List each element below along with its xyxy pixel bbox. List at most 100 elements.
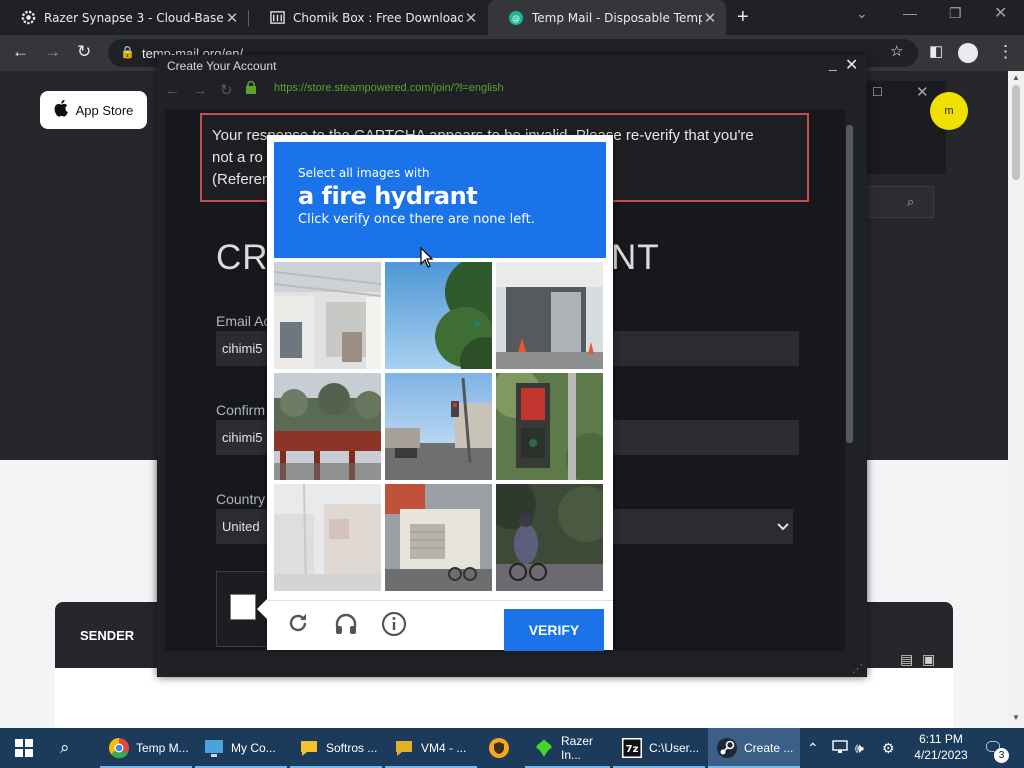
- close-icon[interactable]: ✕: [916, 83, 929, 101]
- steam-scrollbar[interactable]: [845, 125, 855, 645]
- tab-temp-mail[interactable]: @ Temp Mail - Disposable Tempora ✕: [488, 0, 726, 35]
- tab-chomik-box[interactable]: Chomik Box : Free Download, Bo ✕: [249, 0, 487, 35]
- taskbar-softros[interactable]: Softros ...: [290, 728, 382, 768]
- back-icon[interactable]: ←: [165, 82, 180, 99]
- scrollbar-thumb[interactable]: [846, 125, 853, 443]
- image-grid: [274, 262, 606, 594]
- grid-view-icon[interactable]: ▣: [922, 651, 935, 668]
- image-tile-office-interior[interactable]: [274, 262, 381, 369]
- image-tile-faded-street[interactable]: [274, 484, 381, 591]
- bookmark-star-icon[interactable]: ☆: [890, 42, 903, 60]
- challenge-footer: VERIFY: [267, 600, 613, 651]
- image-tile-street-intersection[interactable]: [385, 373, 492, 480]
- taskbar-shield-app[interactable]: [480, 728, 520, 768]
- minimize-icon[interactable]: —: [903, 5, 917, 21]
- chrome-icon: [109, 738, 129, 759]
- lock-icon: [245, 80, 257, 97]
- chat-bubble-icon: [301, 741, 317, 756]
- taskbar-label: Softros ...: [326, 741, 378, 755]
- maximize-icon[interactable]: ☐: [872, 85, 883, 99]
- side-panel-icon[interactable]: ◧: [929, 42, 943, 60]
- close-tab-icon[interactable]: ✕: [463, 9, 479, 27]
- tab-title: Razer Synapse 3 - Cloud-Based H: [44, 10, 224, 25]
- chevron-down-icon[interactable]: [777, 520, 789, 534]
- app-store-button[interactable]: App Store: [40, 91, 147, 129]
- taskbar-label: C:\User...: [649, 741, 700, 755]
- clock-date: 4/21/2023: [914, 748, 968, 762]
- network-icon[interactable]: [832, 740, 848, 757]
- challenge-instructions: Select all images with a fire hydrant Cl…: [274, 142, 606, 258]
- country-value: United: [222, 519, 260, 534]
- taskbar-label: My Co...: [231, 741, 276, 755]
- close-icon[interactable]: ✕: [845, 55, 858, 75]
- verify-button[interactable]: VERIFY: [504, 609, 604, 651]
- forward-icon[interactable]: →: [44, 42, 61, 62]
- back-icon[interactable]: ←: [12, 42, 29, 62]
- image-tile-building-cones[interactable]: [496, 262, 603, 369]
- close-window-icon[interactable]: ✕: [994, 3, 1007, 23]
- scrollbar-thumb[interactable]: [1012, 85, 1020, 180]
- volume-icon[interactable]: 🕪: [855, 740, 864, 757]
- taskbar-steam-create[interactable]: Create ...: [708, 728, 800, 768]
- taskbar-label: Razer In...: [561, 734, 594, 762]
- image-tile-red-bridge[interactable]: [274, 373, 381, 480]
- recaptcha-checkbox[interactable]: [230, 594, 256, 620]
- app-store-label: App Store: [75, 102, 134, 118]
- page-scrollbar[interactable]: ▲ ▼: [1008, 71, 1024, 728]
- info-icon[interactable]: [381, 611, 407, 637]
- new-tab-icon[interactable]: +: [737, 6, 749, 29]
- gear-icon[interactable]: ⚙: [882, 740, 895, 757]
- chat-bubble-icon: [396, 741, 412, 756]
- close-tab-icon[interactable]: ✕: [702, 9, 718, 27]
- instruction-line: Click verify once there are none left.: [298, 212, 535, 227]
- taskbar-my-computer[interactable]: My Co...: [195, 728, 287, 768]
- menu-kebab-icon[interactable]: ⋮: [997, 42, 1014, 62]
- gear-icon: [20, 10, 36, 26]
- system-clock[interactable]: 6:11 PM 4/21/2023: [906, 731, 976, 763]
- windows-taskbar: ⌕ Temp M... My Co... Softros ... VM4 - .…: [0, 728, 1024, 768]
- start-button[interactable]: [0, 728, 48, 768]
- archive-icon: [269, 10, 285, 26]
- image-tile-building-bicycle[interactable]: [385, 484, 492, 591]
- country-label: Country: [216, 491, 266, 507]
- search-icon[interactable]: ⌕: [60, 738, 70, 758]
- scroll-up-icon[interactable]: ▲: [1012, 73, 1020, 82]
- taskbar-7zip[interactable]: 7z C:\User...: [613, 728, 705, 768]
- taskbar-vm4[interactable]: VM4 - ...: [385, 728, 477, 768]
- restore-icon[interactable]: ❐: [949, 5, 962, 22]
- taskbar-chrome[interactable]: Temp M...: [100, 728, 192, 768]
- image-tile-person-bicycle[interactable]: [496, 484, 603, 591]
- 7zip-icon: 7z: [622, 738, 642, 758]
- minimize-icon[interactable]: _: [829, 55, 837, 71]
- list-view-icon[interactable]: ▤: [900, 651, 913, 668]
- instruction-line: Select all images with: [298, 166, 430, 180]
- reload-icon[interactable]: ↻: [220, 82, 233, 99]
- tab-razer-synapse[interactable]: Razer Synapse 3 - Cloud-Based H ✕: [0, 0, 248, 35]
- shield-icon: [489, 738, 509, 758]
- profile-avatar[interactable]: [958, 43, 978, 63]
- chevron-up-icon[interactable]: ⌃: [807, 740, 819, 757]
- taskbar-label: Temp M...: [136, 741, 189, 755]
- page-title-right: NT: [611, 238, 660, 277]
- email-value: cihimi5: [222, 341, 263, 356]
- windows-logo-icon: [15, 739, 33, 757]
- audio-challenge-icon[interactable]: [333, 611, 359, 637]
- scroll-down-icon[interactable]: ▼: [1012, 713, 1020, 722]
- reload-icon[interactable]: ↻: [77, 42, 91, 62]
- reload-challenge-icon[interactable]: [285, 611, 311, 637]
- steam-url: https://store.steampowered.com/join/?l=e…: [274, 82, 504, 94]
- razer-icon: [536, 739, 552, 757]
- sender-column-header: SENDER: [80, 628, 135, 643]
- taskbar-razer[interactable]: Razer In...: [525, 728, 610, 768]
- close-tab-icon[interactable]: ✕: [224, 9, 240, 27]
- image-tile-pedestrian-signal[interactable]: [496, 373, 603, 480]
- resize-grip-icon[interactable]: ⋰: [852, 662, 863, 675]
- forward-icon[interactable]: →: [193, 82, 208, 99]
- svg-text:7z: 7z: [626, 744, 639, 755]
- image-tile-tree-sky[interactable]: [385, 262, 492, 369]
- challenge-target: a fire hydrant: [298, 182, 478, 210]
- background-search-box[interactable]: ⌕: [866, 186, 934, 218]
- partial-badge: m: [930, 92, 968, 130]
- tab-search-chevron-icon[interactable]: ⌄: [856, 5, 868, 22]
- mouse-cursor-icon: [420, 246, 434, 274]
